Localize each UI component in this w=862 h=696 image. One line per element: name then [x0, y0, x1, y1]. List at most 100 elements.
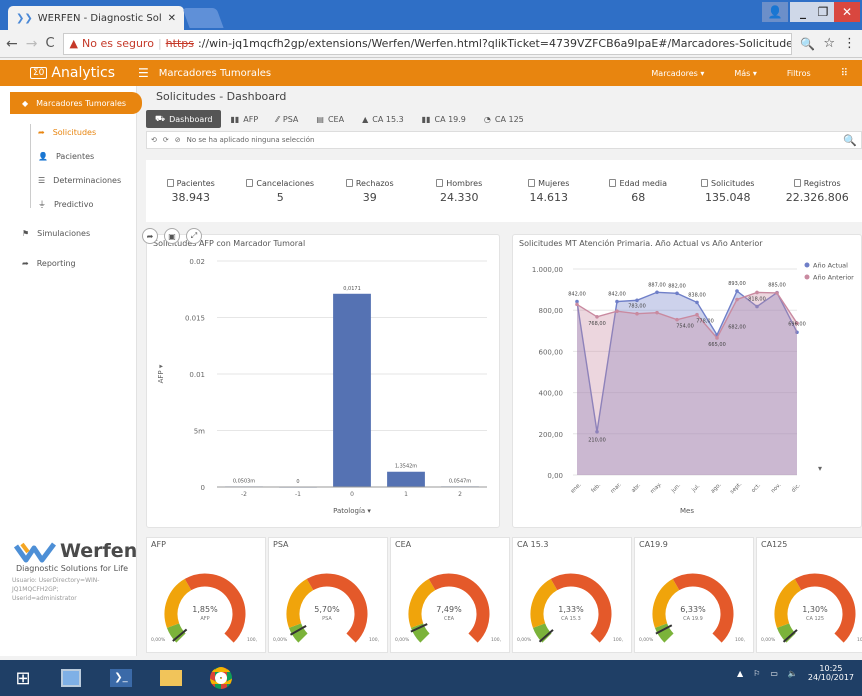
funnel-icon: ⏚ — [38, 199, 46, 209]
menu-marcadores[interactable]: Marcadores ▾ — [651, 69, 704, 78]
series-point — [675, 317, 679, 322]
kpi-label: Registros — [803, 178, 841, 188]
close-tab-icon[interactable]: ✕ — [168, 13, 176, 24]
user-icon[interactable]: 👤 — [762, 2, 788, 22]
sidebar-item-label: Reporting — [36, 258, 76, 268]
bookmark-star-icon[interactable]: ☆ — [823, 36, 835, 51]
tab-cea[interactable]: ▤ CEA — [307, 110, 353, 128]
gauge-band-amber — [774, 578, 802, 628]
point-data-label: 842,00 — [568, 292, 586, 298]
volume-icon[interactable]: 🔈 — [788, 669, 798, 678]
y-tick-label: 1.000,00 — [532, 266, 563, 274]
user-line: Usuario: UserDirectory=WIN- — [12, 577, 100, 584]
tab-label: CA 125 — [494, 114, 524, 124]
flag-tray-icon[interactable]: ⚐ — [753, 669, 760, 678]
sidebar-item-reporting[interactable]: ➦ Reporting — [0, 252, 137, 274]
close-window-icon[interactable]: ✕ — [834, 2, 860, 22]
gauge-max-label: 100, — [369, 637, 379, 643]
x-tick-label: may. — [650, 481, 664, 495]
grid-menu-icon[interactable]: ⠿ — [841, 68, 848, 79]
user-line: Userid=administrator — [12, 595, 77, 602]
windows-start-icon[interactable]: ⊞ — [6, 664, 40, 692]
export-icon[interactable]: ➦ — [142, 228, 158, 244]
point-data-label: 885,00 — [768, 283, 786, 289]
camera-icon[interactable]: ▣ — [164, 228, 180, 244]
reload-icon[interactable]: C — [45, 36, 54, 51]
menu-mas[interactable]: Más ▾ — [734, 69, 757, 78]
series-point — [615, 299, 619, 304]
forward-icon[interactable]: → — [26, 36, 38, 52]
tab-psa[interactable]: ⁄⁄ PSA — [267, 110, 307, 128]
clock[interactable]: 10:25 24/10/2017 — [808, 664, 854, 682]
share-arrow-icon: ➦ — [38, 127, 45, 137]
selection-forward-icon[interactable]: ⟳ — [163, 136, 169, 144]
series-area — [577, 292, 797, 475]
new-tab-button[interactable] — [182, 8, 224, 28]
url-scheme: https — [165, 37, 194, 50]
point-data-label: 783,00 — [628, 304, 646, 310]
tab-afp[interactable]: ▮▮ AFP — [221, 110, 267, 128]
kpi-value: 24.330 — [440, 190, 479, 204]
gauge-svg: 1,33% CA 15.3 0,00% 100, — [517, 573, 623, 643]
tab-ca199[interactable]: ▮▮ CA 19.9 — [413, 110, 475, 128]
kpi-hombres: Hombres 24.330 — [415, 179, 505, 204]
browser-menu-icon[interactable]: ⋮ — [843, 36, 856, 51]
restore-icon[interactable]: ❐ — [810, 2, 836, 22]
tray-up-icon[interactable]: ▲ — [737, 669, 743, 678]
browser-tab-title: WERFEN - Diagnostic Sol — [37, 12, 162, 24]
chrome-icon[interactable] — [204, 664, 238, 692]
y-axis-label: AFP ▾ — [157, 364, 165, 383]
sheet-name: Marcadores Tumorales — [158, 67, 272, 79]
x-tick-label: ago. — [710, 482, 723, 495]
sidebar-item-marcadores[interactable]: ◆ Marcadores Tumorales — [10, 92, 142, 114]
kpi-value: 68 — [631, 190, 646, 204]
gauge-min-label: 0,00% — [395, 637, 410, 643]
expand-icon[interactable]: ⤢ — [186, 228, 202, 244]
url-field[interactable]: ▲ No es seguro | https://win-jq1mqcfh2gp… — [62, 32, 793, 55]
gauge-svg: 7,49% CEA 0,00% 100, — [395, 573, 501, 643]
app-logo[interactable]: Σ0 Analytics — [0, 65, 130, 81]
network-icon[interactable]: ▭ — [770, 669, 778, 678]
x-tick-label: mar. — [610, 482, 623, 495]
browser-tab[interactable]: ❯❯ WERFEN - Diagnostic Sol ✕ — [8, 6, 184, 30]
server-manager-icon[interactable] — [54, 664, 88, 692]
selection-back-icon[interactable]: ⟲ — [151, 136, 157, 144]
bar — [333, 293, 371, 487]
powershell-icon[interactable]: ❯_ — [104, 664, 138, 692]
afp-bar-chart: 0 5m 0.01 0.015 0.02 AFP ▾ 0,0503m -2 0 -1 0,0171 0… — [157, 258, 487, 515]
tab-ca153[interactable]: ▲ CA 15.3 — [353, 110, 413, 128]
search-icon[interactable]: 🔍 — [843, 134, 857, 147]
line-chart-icon: ⁄⁄ — [276, 114, 279, 124]
file-explorer-icon[interactable] — [154, 664, 188, 692]
kpi-box-icon — [166, 179, 174, 187]
point-data-label: 682,00 — [728, 325, 746, 331]
series-point — [735, 297, 739, 302]
area-chart-icon: ▲ — [362, 114, 369, 124]
series-point — [615, 309, 619, 314]
point-data-label: 210,00 — [588, 438, 606, 444]
clear-selection-icon[interactable]: ⊘ — [175, 136, 181, 144]
zoom-icon[interactable]: 🔍 — [800, 37, 815, 51]
hamburger-icon[interactable]: ☰ — [138, 66, 149, 80]
kpi-box-icon — [246, 179, 254, 187]
kpi-registros: Registros 22.326.806 — [773, 179, 862, 204]
sidebar-item-determinaciones[interactable]: ☰ Determinaciones — [0, 169, 137, 191]
bar-data-label: 0 — [296, 479, 299, 485]
sidebar-item-predictivo[interactable]: ⏚ Predictivo — [0, 193, 137, 215]
back-icon[interactable]: ← — [6, 36, 18, 52]
menu-filtros[interactable]: Filtros — [787, 69, 811, 78]
sidebar-item-label: Marcadores Tumorales — [36, 98, 127, 108]
kpi-value: 39 — [362, 190, 377, 204]
tab-label: AFP — [243, 114, 259, 124]
gauge-card: CA 15.3 1,33% CA 15.3 0,00% 100, — [512, 537, 632, 653]
gauge-label: CA 15.3 — [561, 616, 581, 622]
kpi-label: Rechazos — [355, 178, 394, 188]
tab-ca125[interactable]: ◔ CA 125 — [475, 110, 533, 128]
sidebar-item-solicitudes[interactable]: ➦ Solicitudes — [0, 121, 137, 143]
tab-dashboard[interactable]: ⛟ Dashboard — [146, 110, 222, 128]
x-tick-label: -1 — [295, 491, 301, 498]
x-tick-label: sept. — [729, 481, 743, 495]
sidebar-item-pacientes[interactable]: 👤 Pacientes — [0, 145, 137, 167]
sidebar-item-simulaciones[interactable]: ⚑ Simulaciones — [0, 222, 137, 244]
series-point — [715, 336, 719, 340]
